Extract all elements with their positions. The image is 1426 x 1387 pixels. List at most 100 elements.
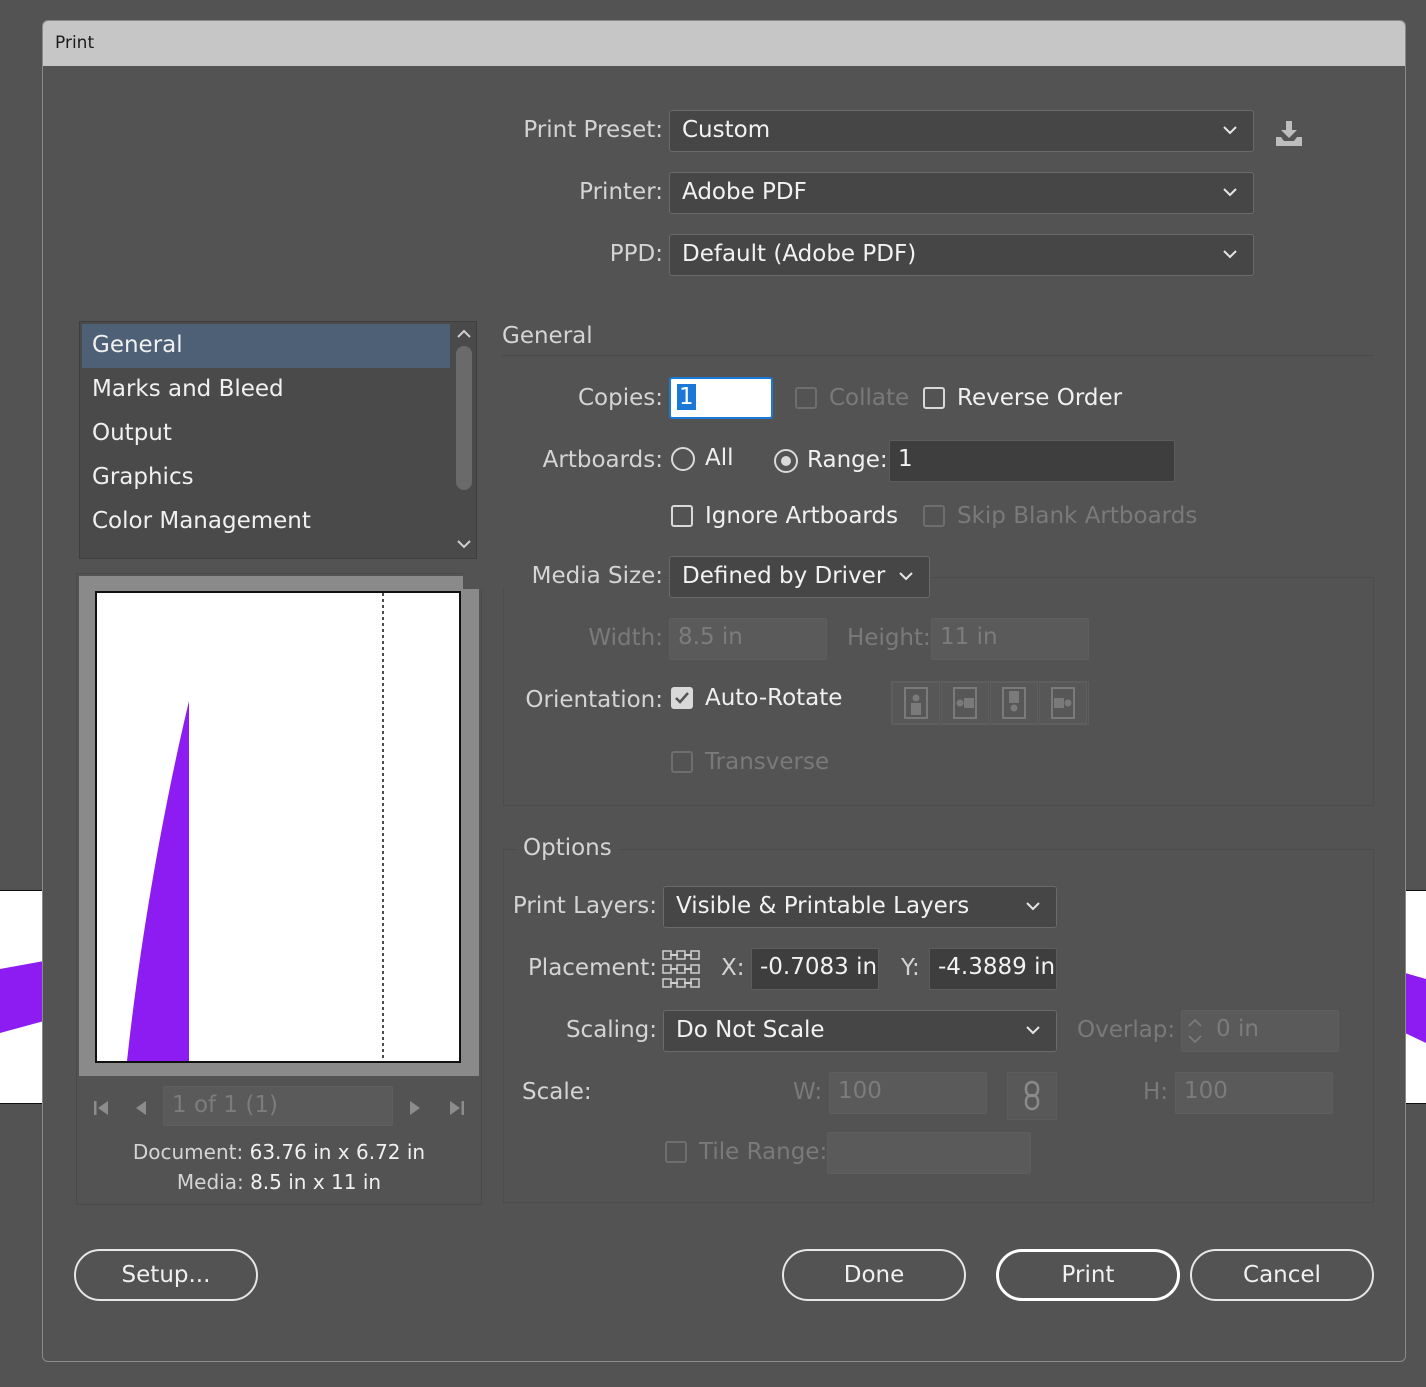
title-bar: Print [43, 21, 1405, 66]
x-input[interactable]: -0.7083 in [751, 948, 879, 990]
collate-checkbox[interactable] [795, 387, 817, 409]
scale-h-value: 100 [1184, 1078, 1228, 1104]
window-title: Print [55, 33, 95, 53]
page-indicator-value: 1 of 1 (1) [172, 1092, 278, 1118]
list-scrollbar[interactable] [452, 322, 476, 558]
preview-frame [79, 576, 479, 1076]
width-input[interactable]: 8.5 in [669, 618, 827, 660]
overlap-input[interactable]: 0 in [1181, 1010, 1339, 1052]
page-indicator-field[interactable]: 1 of 1 (1) [163, 1086, 393, 1126]
scale-h-input[interactable]: 100 [1175, 1072, 1333, 1114]
tile-range-input[interactable] [827, 1132, 1031, 1174]
skip-blank-artboards-checkbox[interactable] [923, 505, 945, 527]
copies-value: 1 [677, 384, 696, 410]
reverse-order-checkbox[interactable] [923, 387, 945, 409]
stepper-icon[interactable] [1186, 1015, 1204, 1047]
link-proportions-icon[interactable] [1007, 1072, 1057, 1120]
category-item-color-management[interactable]: Color Management [82, 500, 450, 544]
first-page-icon[interactable] [91, 1098, 111, 1118]
height-input[interactable]: 11 in [931, 618, 1089, 660]
print-layers-value: Visible & Printable Layers [676, 893, 970, 919]
scroll-down-icon[interactable] [456, 538, 472, 550]
collate-label: Collate [829, 385, 910, 411]
print-dialog: Print Print Preset: Custom Printer: Adob… [42, 20, 1406, 1362]
preview-purple-shape [127, 701, 189, 1061]
height-label: Height: [847, 625, 931, 651]
next-page-icon[interactable] [407, 1098, 423, 1118]
background-artwork-right [1405, 890, 1426, 1104]
range-input[interactable]: 1 [889, 440, 1175, 482]
x-label: X: [721, 955, 745, 981]
general-section-divider [502, 355, 1374, 356]
skip-blank-artboards-label: Skip Blank Artboards [957, 503, 1198, 529]
category-item-graphics[interactable]: Graphics [82, 456, 450, 500]
last-page-icon[interactable] [447, 1098, 467, 1118]
background-purple-shape-right [1405, 973, 1426, 1043]
chevron-down-icon [1223, 126, 1237, 135]
scaling-label: Scaling: [565, 1017, 657, 1043]
category-item-label: General [92, 332, 183, 358]
category-item-output[interactable]: Output [82, 412, 450, 456]
scale-w-input[interactable]: 100 [829, 1072, 987, 1114]
placement-label: Placement: [527, 955, 657, 981]
preview-page [95, 591, 461, 1063]
print-layers-label: Print Layers: [512, 893, 657, 919]
ignore-artboards-checkbox[interactable] [671, 505, 693, 527]
artboards-label: Artboards: [542, 447, 663, 473]
document-value: 63.76 in x 6.72 in [249, 1140, 426, 1164]
setup-button[interactable]: Setup... [74, 1249, 258, 1301]
height-value: 11 in [940, 624, 998, 650]
y-value: -4.3889 in [938, 954, 1056, 980]
tile-range-checkbox[interactable] [665, 1141, 687, 1163]
copies-input[interactable]: 1 [669, 377, 773, 419]
category-item-marks-and-bleed[interactable]: Marks and Bleed [82, 368, 450, 412]
artboards-all-label: All [705, 445, 734, 471]
y-input[interactable]: -4.3889 in [929, 948, 1057, 990]
portrait-icon [904, 687, 928, 719]
document-label: Document: [132, 1140, 244, 1164]
ppd-value: Default (Adobe PDF) [682, 241, 917, 267]
reverse-order-label: Reverse Order [957, 385, 1123, 411]
media-size-select[interactable]: Defined by Driver [669, 556, 930, 598]
chevron-down-icon [1223, 188, 1237, 197]
portrait-flipped-orientation-button[interactable] [990, 682, 1038, 724]
portrait-flipped-icon [1002, 687, 1026, 719]
print-button[interactable]: Print [996, 1249, 1180, 1301]
overlap-value: 0 in [1216, 1016, 1259, 1042]
chevron-down-icon [1223, 250, 1237, 259]
overlap-label: Overlap: [1077, 1017, 1176, 1043]
artboards-all-radio[interactable] [671, 447, 695, 471]
done-button[interactable]: Done [782, 1249, 966, 1301]
ppd-label: PPD: [609, 241, 663, 267]
artboards-range-radio[interactable] [774, 449, 798, 473]
portrait-orientation-button[interactable] [892, 682, 940, 724]
category-item-label: Color Management [92, 508, 311, 534]
orientation-buttons [891, 681, 1089, 725]
options-section-title: Options [517, 835, 618, 861]
print-preset-label: Print Preset: [523, 117, 663, 143]
printer-label: Printer: [579, 179, 663, 205]
print-preset-value: Custom [682, 117, 771, 143]
scroll-up-icon[interactable] [456, 328, 472, 340]
range-value: 1 [898, 446, 913, 472]
transverse-checkbox[interactable] [671, 751, 693, 773]
printer-select[interactable]: Adobe PDF [669, 172, 1254, 214]
placement-grid-icon[interactable] [661, 949, 701, 989]
ppd-select[interactable]: Default (Adobe PDF) [669, 234, 1254, 276]
auto-rotate-checkbox[interactable] [671, 687, 693, 709]
printer-value: Adobe PDF [682, 179, 807, 205]
document-size-row: Document: 63.76 in x 6.72 in [77, 1140, 481, 1164]
x-value: -0.7083 in [760, 954, 878, 980]
print-layers-select[interactable]: Visible & Printable Layers [663, 886, 1057, 928]
cancel-button[interactable]: Cancel [1190, 1249, 1374, 1301]
ignore-artboards-label: Ignore Artboards [705, 503, 899, 529]
category-item-general[interactable]: General [82, 324, 450, 368]
checkmark-icon [675, 692, 689, 704]
previous-page-icon[interactable] [133, 1098, 149, 1118]
print-preset-select[interactable]: Custom [669, 110, 1254, 152]
landscape-orientation-button[interactable] [941, 682, 989, 724]
category-list[interactable]: General Marks and Bleed Output Graphics … [79, 321, 477, 559]
save-preset-icon[interactable] [1273, 119, 1307, 149]
scaling-select[interactable]: Do Not Scale [663, 1010, 1057, 1052]
landscape-flipped-orientation-button[interactable] [1039, 682, 1087, 724]
